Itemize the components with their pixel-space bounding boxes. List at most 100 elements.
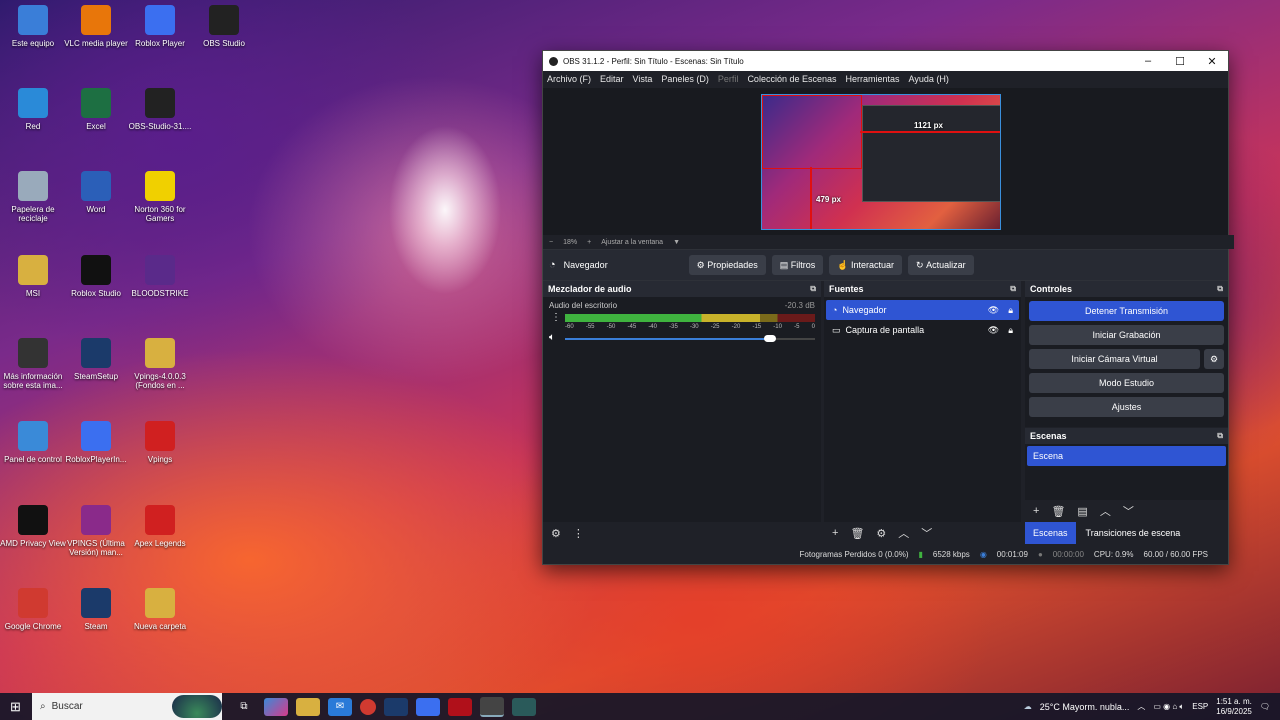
- desktop-icon[interactable]: Más información sobre esta ima...: [0, 338, 66, 390]
- desktop-icon[interactable]: SteamSetup: [63, 338, 129, 381]
- properties-button[interactable]: ⚙ Propiedades: [688, 255, 766, 275]
- source-item-captura[interactable]: ▭ Captura de pantalla 👁︎ 🔒︎: [826, 320, 1019, 340]
- menu-perfil[interactable]: Perfil: [718, 74, 739, 84]
- trash-icon[interactable]: 🗑︎: [1051, 505, 1065, 518]
- undock-icon[interactable]: ⧉: [1010, 284, 1016, 294]
- desktop-icon[interactable]: Google Chrome: [0, 588, 66, 631]
- chevron-up-icon[interactable]: ︿: [1100, 503, 1111, 519]
- source-item-navegador[interactable]: ◔ Navegador 👁︎ 🔒︎: [826, 300, 1019, 320]
- desktop-icon[interactable]: Roblox Player: [127, 5, 193, 48]
- weather-text[interactable]: 25°C Mayorm. nubla...: [1040, 702, 1130, 712]
- maximize-button[interactable]: ☐: [1164, 55, 1196, 68]
- scene-item-escena[interactable]: Escena: [1027, 446, 1226, 466]
- eye-icon[interactable]: 👁︎: [988, 325, 999, 336]
- interact-button[interactable]: ☝ Interactuar: [829, 255, 903, 275]
- minimize-button[interactable]: –: [1132, 55, 1164, 68]
- desktop-icon[interactable]: Red: [0, 88, 66, 131]
- task-view-icon[interactable]: ⧉: [232, 698, 256, 716]
- gear-icon[interactable]: ⚙: [876, 527, 886, 540]
- stop-streaming-button[interactable]: Detener Transmisión: [1029, 301, 1224, 321]
- kebab-menu-icon[interactable]: ⋮: [573, 527, 584, 540]
- volume-slider-handle[interactable]: [764, 335, 776, 342]
- desktop-icon[interactable]: Steam: [63, 588, 129, 631]
- desktop-icon[interactable]: AMD Privacy View: [0, 505, 66, 548]
- selection-box[interactable]: [762, 95, 862, 169]
- volume-slider[interactable]: [565, 335, 815, 342]
- desktop-icon[interactable]: VLC media player: [63, 5, 129, 48]
- steam-icon[interactable]: [384, 697, 408, 716]
- tray-icons[interactable]: ▭ ◉ ⌂ 🔈︎: [1153, 702, 1184, 712]
- file-explorer-icon[interactable]: [296, 697, 320, 716]
- desktop-icon[interactable]: Vpings-4.0.0.3 (Fondos en ...: [127, 338, 193, 390]
- chevron-up-icon[interactable]: ︿: [898, 525, 909, 541]
- start-recording-button[interactable]: Iniciar Grabación: [1029, 325, 1224, 345]
- undock-icon[interactable]: ⧉: [1217, 284, 1223, 294]
- menu-archivo[interactable]: Archivo (F): [547, 74, 591, 84]
- desktop-icon[interactable]: Nueva carpeta: [127, 588, 193, 631]
- clock[interactable]: 1:51 a. m. 16/9/2025: [1216, 697, 1252, 717]
- undock-icon[interactable]: ⧉: [1217, 431, 1223, 441]
- notifications-icon[interactable]: 🗨︎: [1260, 702, 1270, 711]
- desktop-icon[interactable]: Norton 360 for Gamers: [127, 171, 193, 223]
- preview-area[interactable]: 1121 px 479 px: [543, 88, 1228, 235]
- menu-editar[interactable]: Editar: [600, 74, 624, 84]
- search-box[interactable]: ⌕ Buscar: [32, 693, 222, 720]
- chevron-down-icon[interactable]: ▼: [673, 239, 680, 246]
- add-icon[interactable]: +: [832, 527, 838, 539]
- menu-paneles[interactable]: Paneles (D): [661, 74, 709, 84]
- zoom-out-button[interactable]: −: [549, 239, 553, 246]
- desktop-icon[interactable]: Este equipo: [0, 5, 66, 48]
- refresh-button[interactable]: ↻ Actualizar: [908, 255, 974, 275]
- zoom-in-button[interactable]: +: [587, 239, 591, 246]
- close-button[interactable]: ✕: [1196, 55, 1228, 68]
- advanced-audio-icon[interactable]: ⚙: [551, 527, 561, 540]
- desktop-icon[interactable]: OBS-Studio-31....: [127, 88, 193, 131]
- studio-mode-button[interactable]: Modo Estudio: [1029, 373, 1224, 393]
- mail-icon[interactable]: ✉: [328, 697, 352, 716]
- desktop-icon[interactable]: BLOODSTRIKE: [127, 255, 193, 298]
- chrome-icon[interactable]: [360, 698, 376, 715]
- kebab-menu-icon[interactable]: ⋮: [551, 312, 561, 323]
- filters-button[interactable]: ▤ Filtros: [771, 255, 824, 275]
- virtual-camera-settings-gear-icon[interactable]: ⚙: [1204, 349, 1224, 369]
- chevron-up-icon[interactable]: ︿: [1137, 701, 1145, 712]
- desktop-icon[interactable]: Word: [63, 171, 129, 214]
- chevron-down-icon[interactable]: ﹀: [1123, 503, 1134, 519]
- desktop-icon[interactable]: Panel de control: [0, 421, 66, 464]
- tab-transitions[interactable]: Transiciones de escena: [1076, 522, 1191, 544]
- lock-icon[interactable]: 🔒︎: [1008, 325, 1013, 336]
- menu-ayuda[interactable]: Ayuda (H): [909, 74, 949, 84]
- desktop-icon[interactable]: Apex Legends: [127, 505, 193, 548]
- preview-canvas[interactable]: 1121 px 479 px: [761, 94, 1001, 230]
- speaker-icon[interactable]: 🔈︎: [549, 332, 555, 343]
- roblox-icon[interactable]: [416, 697, 440, 716]
- desktop-icon[interactable]: Papelera de reciclaje: [0, 171, 66, 223]
- undock-icon[interactable]: ⧉: [810, 284, 816, 294]
- bloodstrike-taskbar-icon[interactable]: [512, 697, 536, 716]
- zoom-fit-select[interactable]: Ajustar a la ventana: [601, 239, 663, 246]
- filter-icon[interactable]: ▤: [1077, 505, 1087, 518]
- lock-icon[interactable]: 🔒︎: [1008, 305, 1013, 316]
- copilot-icon[interactable]: [264, 697, 288, 716]
- start-virtual-camera-button[interactable]: Iniciar Cámara Virtual: [1029, 349, 1200, 369]
- desktop-icon[interactable]: MSI: [0, 255, 66, 298]
- weather-icon[interactable]: ☁: [1024, 702, 1032, 711]
- chevron-down-icon[interactable]: ﹀: [921, 525, 932, 541]
- obs-titlebar[interactable]: OBS 31.1.2 - Perfil: Sin Título - Escena…: [543, 51, 1228, 71]
- desktop-icon[interactable]: Vpings: [127, 421, 193, 464]
- amd-icon[interactable]: [448, 697, 472, 716]
- desktop-icon[interactable]: OBS Studio: [191, 5, 257, 48]
- desktop-icon[interactable]: VPINGS (Última Versión) man...: [63, 505, 129, 557]
- add-icon[interactable]: +: [1033, 505, 1039, 517]
- desktop-icon[interactable]: Excel: [63, 88, 129, 131]
- tab-scenes[interactable]: Escenas: [1025, 522, 1076, 544]
- menu-coleccion-escenas[interactable]: Colección de Escenas: [747, 74, 836, 84]
- trash-icon[interactable]: 🗑︎: [850, 527, 864, 540]
- obs-taskbar-icon[interactable]: [480, 696, 504, 717]
- windows-start-icon[interactable]: ⊞: [10, 699, 21, 715]
- menu-vista[interactable]: Vista: [633, 74, 653, 84]
- eye-icon[interactable]: 👁︎: [988, 305, 999, 316]
- desktop-icon[interactable]: Roblox Studio: [63, 255, 129, 298]
- settings-button[interactable]: Ajustes: [1029, 397, 1224, 417]
- language-indicator[interactable]: ESP: [1192, 702, 1208, 711]
